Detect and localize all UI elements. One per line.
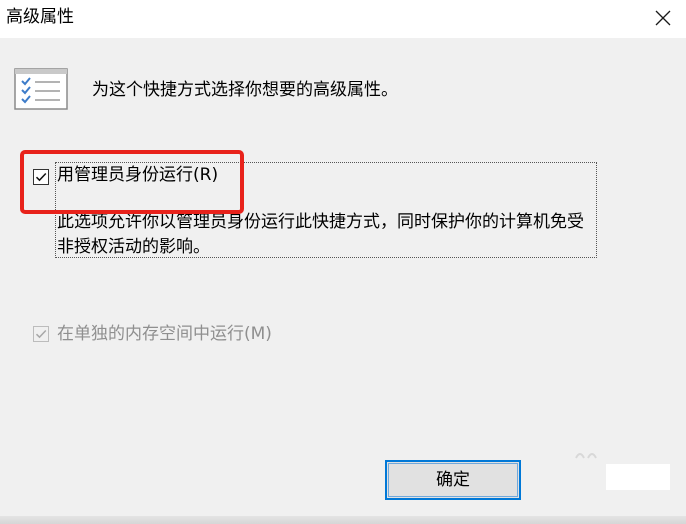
ok-button-focus-ring: [388, 463, 518, 497]
watermark-icon: [575, 453, 597, 459]
watermark-block: [606, 464, 670, 490]
run-as-admin-checkbox[interactable]: [33, 169, 49, 185]
separate-memory-checkbox[interactable]: [33, 326, 49, 342]
checkmark-icon: [35, 329, 47, 339]
run-as-admin-label[interactable]: 用管理员身份运行(R): [57, 163, 218, 187]
run-as-admin-description: 此选项允许你以管理员身份运行此快捷方式，同时保护你的计算机免受非授权活动的影响。: [57, 212, 584, 257]
close-button[interactable]: [640, 0, 686, 36]
bottom-edge: [0, 516, 686, 524]
title-bar: 高级属性: [0, 0, 686, 38]
intro-text: 为这个快捷方式选择你想要的高级属性。: [92, 80, 398, 100]
ok-button[interactable]: 确定: [385, 460, 521, 500]
close-icon: [655, 10, 671, 26]
properties-list-icon: [14, 68, 68, 110]
separate-memory-label[interactable]: 在单独的内存空间中运行(M): [57, 322, 272, 346]
checkmark-icon: [35, 172, 47, 182]
window-title: 高级属性: [6, 7, 74, 27]
